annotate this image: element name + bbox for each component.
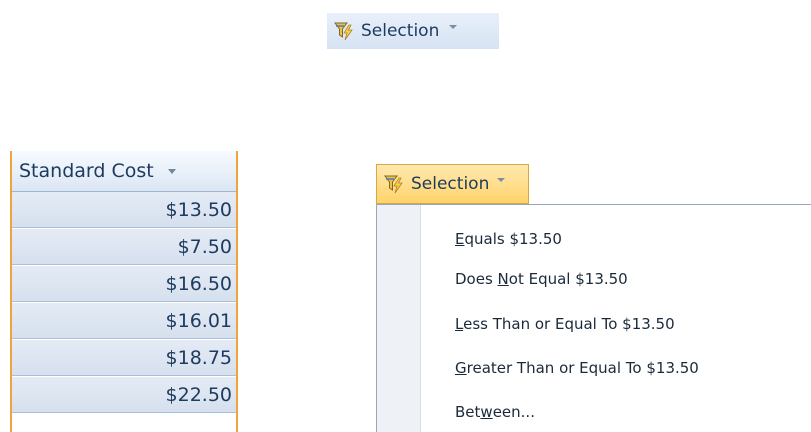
- chevron-down-icon[interactable]: [167, 168, 176, 174]
- table-row[interactable]: $13.50: [12, 192, 236, 228]
- standard-cost-column: Standard Cost $13.50 $7.50 $16.50 $16.01…: [10, 151, 238, 432]
- column-header-label: Standard Cost: [19, 160, 154, 182]
- selection-dropdown-label: Selection: [411, 174, 490, 194]
- table-row[interactable]: $7.50: [12, 229, 236, 265]
- table-row[interactable]: $18.75: [12, 340, 236, 376]
- menu-item-equals[interactable]: Equals $13.50: [455, 230, 562, 248]
- selection-label: Selection: [361, 21, 440, 41]
- selection-button[interactable]: Selection: [327, 13, 499, 49]
- menu-item-greater-than-or-equal[interactable]: Greater Than or Equal To $13.50: [455, 359, 699, 377]
- menu-item-less-than-or-equal[interactable]: Less Than or Equal To $13.50: [455, 315, 675, 333]
- chevron-down-icon: [497, 178, 506, 182]
- chevron-down-icon: [449, 25, 458, 29]
- table-row[interactable]: $16.01: [12, 303, 236, 339]
- menu-icon-gutter: [377, 205, 421, 432]
- menu-item-does-not-equal[interactable]: Does Not Equal $13.50: [455, 270, 628, 288]
- selection-dropdown-button[interactable]: Selection: [376, 164, 529, 204]
- table-row[interactable]: $16.50: [12, 266, 236, 302]
- selection-menu: Equals $13.50 Does Not Equal $13.50 Less…: [376, 204, 811, 432]
- filter-lightning-icon: [383, 173, 405, 195]
- column-header[interactable]: Standard Cost: [12, 151, 236, 192]
- filter-lightning-icon: [333, 20, 355, 42]
- menu-item-between[interactable]: Between...: [455, 403, 535, 421]
- table-row[interactable]: $22.50: [12, 377, 236, 413]
